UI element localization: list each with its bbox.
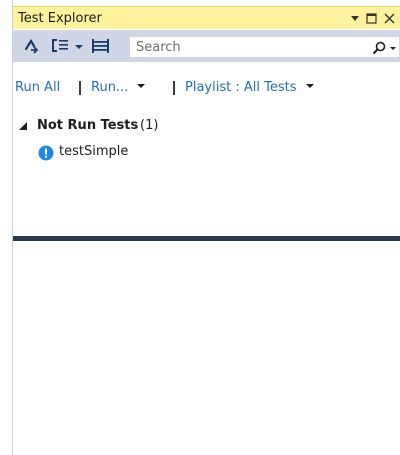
group-by-dropdown-icon[interactable]	[74, 37, 84, 55]
command-bar: Run All Run... Playlist : All Tests	[13, 80, 400, 100]
run-menu-link[interactable]: Run...	[91, 80, 146, 95]
command-separator	[79, 81, 81, 95]
test-item-testsimple[interactable]: testSimple	[13, 144, 400, 162]
maximize-icon[interactable]	[363, 9, 379, 27]
test-detail-pane	[13, 241, 400, 455]
group-label: Not Run Tests	[37, 118, 139, 133]
search-dropdown-icon[interactable]	[389, 40, 397, 59]
playlist-menu-link[interactable]: Playlist : All Tests	[185, 80, 315, 95]
playlist-dropdown-icon	[305, 84, 314, 88]
list-view-icon[interactable]	[91, 37, 111, 55]
not-run-info-icon	[38, 145, 54, 165]
toolbar: Search	[13, 30, 400, 62]
run-dropdown-icon	[137, 84, 146, 88]
group-by-icon[interactable]	[51, 37, 71, 55]
command-separator	[173, 81, 175, 95]
dropdown-arrow-icon[interactable]	[347, 9, 363, 27]
test-explorer-window: Test Explorer Search Run All Run... Play…	[0, 0, 400, 455]
run-menu-label: Run...	[91, 80, 129, 95]
window-title: Test Explorer	[18, 11, 102, 26]
collapse-triangle-icon[interactable]	[18, 120, 28, 135]
test-name: testSimple	[59, 144, 129, 159]
run-all-link[interactable]: Run All	[15, 80, 60, 95]
group-not-run-tests[interactable]: Not Run Tests (1)	[13, 118, 400, 136]
search-placeholder: Search	[136, 40, 181, 55]
playlist-label: Playlist : All Tests	[185, 80, 297, 95]
close-icon[interactable]	[381, 9, 397, 27]
title-bar[interactable]: Test Explorer	[13, 6, 400, 29]
search-icon[interactable]	[372, 40, 386, 59]
group-count: (1)	[140, 118, 159, 133]
search-input[interactable]: Search	[129, 36, 400, 58]
run-settings-icon[interactable]	[23, 37, 41, 55]
